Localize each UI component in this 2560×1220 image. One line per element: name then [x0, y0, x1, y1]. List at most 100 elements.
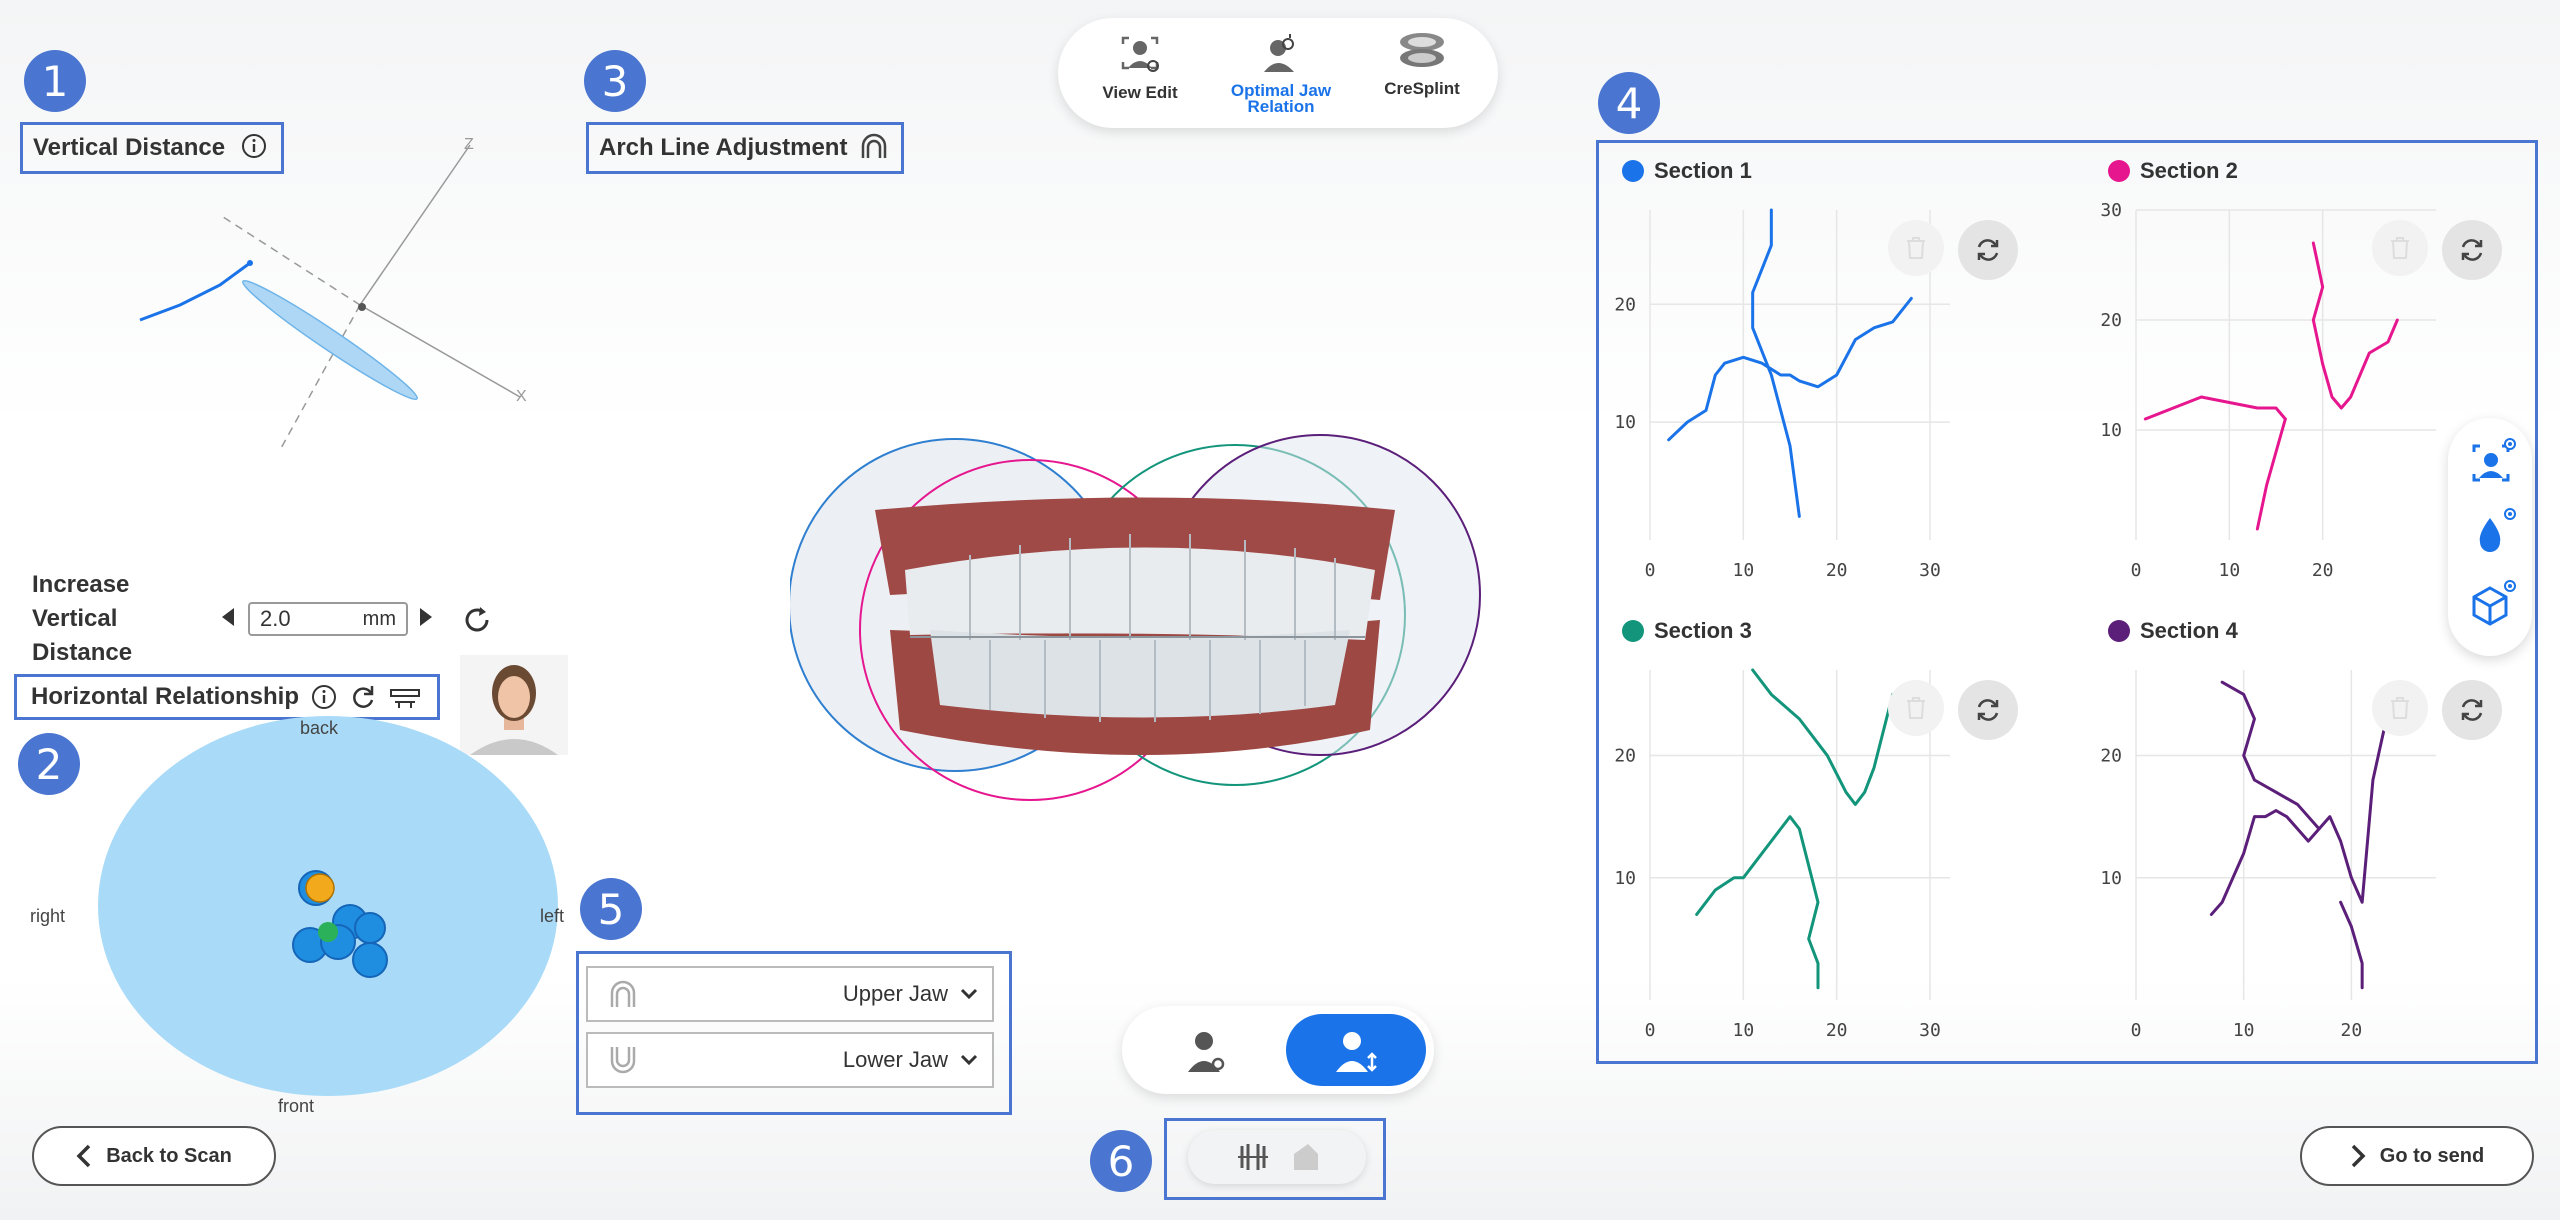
series-line-1: [2143, 395, 2287, 421]
optimal-jaw-label-line2: Relation: [1247, 97, 1315, 116]
x-tick-label: 20: [1826, 560, 1848, 581]
step-badge-6: 6: [1090, 1130, 1152, 1192]
chevron-right-icon: [2351, 1144, 2366, 1168]
x-tick-label: 0: [2131, 1020, 2142, 1041]
section-3-title: Section 3: [1622, 618, 1752, 644]
jaw-3d-view[interactable]: [790, 430, 1500, 810]
trash-icon: [2391, 697, 2409, 719]
increase-vertical-distance-label: Increase Vertical Distance: [32, 568, 132, 670]
section-2-delete-button[interactable]: [2372, 220, 2428, 276]
y-tick-label: 10: [2100, 868, 2122, 889]
y-tick-label: 20: [2100, 746, 2122, 767]
front-label: front: [278, 1096, 314, 1116]
refresh-icon: [1977, 239, 1999, 261]
y-tick-label: 10: [2100, 420, 2122, 441]
section-4-refresh-button[interactable]: [2442, 680, 2502, 740]
x-tick-label: 0: [1645, 560, 1656, 581]
series-line-1: [1695, 815, 1820, 990]
section-3-refresh-button[interactable]: [1958, 680, 2018, 740]
view-focus-icon: [2472, 438, 2516, 482]
refresh-icon: [2461, 239, 2483, 261]
section-2-title: Section 2: [2108, 158, 2238, 184]
series-line-1: [1667, 296, 1913, 442]
view-edit-button[interactable]: View Edit: [1090, 28, 1190, 118]
decrease-arrow-icon[interactable]: [222, 608, 234, 626]
step-badge-4: 4: [1598, 72, 1660, 134]
arch-line-adjustment-box[interactable]: Arch Line Adjustment: [586, 122, 904, 174]
horizontal-relationship-plot[interactable]: back front right left: [20, 710, 580, 1120]
jaw-movement-mode-button[interactable]: [1286, 1014, 1426, 1086]
y-tick-label: 20: [2100, 310, 2122, 331]
trash-icon: [2391, 237, 2409, 259]
horizontal-relationship-label: Horizontal Relationship: [31, 683, 300, 710]
y-tick-label: 10: [1614, 412, 1636, 433]
info-icon[interactable]: [311, 684, 337, 710]
increase-label-line1: Increase: [32, 571, 130, 598]
vertical-distance-stepper[interactable]: 2.0 mm: [248, 602, 408, 636]
reset-icon[interactable]: [460, 603, 494, 637]
x-tick-label: 30: [1919, 560, 1941, 581]
align-teeth-icon[interactable]: [1236, 1140, 1270, 1174]
back-to-scan-label: Back to Scan: [106, 1144, 232, 1167]
axis-x-label: X: [516, 388, 527, 405]
section-4-label: Section 4: [2140, 618, 2238, 643]
trash-icon: [1907, 697, 1925, 719]
upper-jaw-select[interactable]: Upper Jaw: [586, 966, 994, 1022]
refresh-icon: [1977, 699, 1999, 721]
section-1-refresh-button[interactable]: [1958, 220, 2018, 280]
increase-label-line3: Distance: [32, 639, 133, 666]
chevron-left-icon: [76, 1144, 91, 1168]
series-line-2: [1751, 668, 1895, 806]
small-toolbar: [1188, 1130, 1366, 1184]
axis-z-label: Z: [464, 136, 474, 153]
right-label: right: [30, 906, 65, 926]
x-tick-label: 10: [1732, 1020, 1754, 1041]
chevron-down-icon: [960, 988, 978, 1000]
section-4-delete-button[interactable]: [2372, 680, 2428, 736]
cresplint-label: CreSplint: [1384, 79, 1460, 98]
stepper-value[interactable]: 2.0: [260, 606, 291, 632]
arch-icon: [859, 132, 889, 165]
section-1-dot: [1622, 160, 1644, 182]
model-mode-button[interactable]: [2466, 580, 2516, 630]
x-tick-label: 10: [1732, 560, 1754, 581]
optimal-jaw-relation-button[interactable]: Optimal Jaw Relation: [1218, 28, 1344, 123]
droplet-icon: [2479, 508, 2516, 552]
y-tick-label: 30: [2100, 200, 2122, 221]
series-line-1: [2209, 729, 2386, 916]
increase-arrow-icon[interactable]: [420, 608, 432, 626]
color-mode-button[interactable]: [2466, 508, 2516, 558]
lower-jaw-label: Lower Jaw: [842, 1047, 948, 1072]
cresplint-button[interactable]: CreSplint: [1372, 28, 1472, 118]
section-4-dot: [2108, 620, 2130, 642]
series-line-2: [2255, 417, 2287, 531]
patient-mode-button[interactable]: [1146, 1016, 1266, 1084]
step-badge-5: 5: [580, 878, 642, 940]
section-1-delete-button[interactable]: [1888, 220, 1944, 276]
back-to-scan-button[interactable]: Back to Scan: [32, 1126, 276, 1186]
cresplint-icon: [1400, 33, 1444, 67]
upper-arch-icon: [610, 980, 636, 1007]
x-tick-label: 20: [1826, 1020, 1848, 1041]
section-3-delete-button[interactable]: [1888, 680, 1944, 736]
section-4-title: Section 4: [2108, 618, 2238, 644]
optimal-jaw-icon: [1264, 34, 1294, 72]
step-badge-1: 1: [24, 50, 86, 112]
section-2-refresh-button[interactable]: [2442, 220, 2502, 280]
x-tick-label: 0: [1645, 1020, 1656, 1041]
x-tick-label: 20: [2312, 560, 2334, 581]
section-1-title: Section 1: [1622, 158, 1752, 184]
refresh-icon[interactable]: [349, 683, 377, 711]
y-tick-label: 20: [1614, 746, 1636, 767]
horizontal-adjust-icon[interactable]: [389, 684, 421, 710]
go-to-send-button[interactable]: Go to send: [2300, 1126, 2534, 1186]
eraser-icon: [1294, 1144, 1318, 1170]
stepper-unit: mm: [362, 607, 396, 630]
lower-jaw-select[interactable]: Lower Jaw: [586, 1032, 994, 1088]
vertical-distance-3d-view: Z X: [139, 136, 527, 451]
x-tick-label: 30: [1919, 1020, 1941, 1041]
y-tick-label: 20: [1614, 294, 1636, 315]
view-mode-button[interactable]: [2466, 438, 2516, 488]
person-gear-icon: [1188, 1032, 1225, 1072]
back-label: back: [300, 718, 339, 738]
